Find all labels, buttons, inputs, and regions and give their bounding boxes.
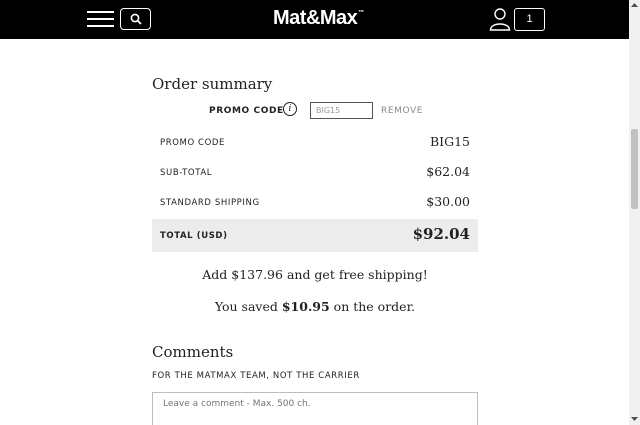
summary-row-total: TOTAL (USD) $92.04 xyxy=(152,219,478,252)
savings-amount: $10.95 xyxy=(281,299,330,314)
summary-row-value: $30.00 xyxy=(426,194,470,209)
summary-row-value: $62.04 xyxy=(426,164,470,179)
remove-promo-link[interactable]: REMOVE xyxy=(381,106,423,116)
promo-code-input[interactable] xyxy=(310,102,373,119)
comments-subtitle: FOR THE MATMAX TEAM, NOT THE CARRIER xyxy=(152,371,360,381)
promo-code-label: PROMO CODE xyxy=(209,106,284,116)
user-icon[interactable] xyxy=(489,7,511,31)
scroll-down-arrow-icon[interactable] xyxy=(630,414,639,424)
hamburger-icon[interactable] xyxy=(87,11,114,28)
comments-title: Comments xyxy=(152,343,234,361)
order-summary-title: Order summary xyxy=(152,75,273,93)
scroll-up-arrow-icon[interactable] xyxy=(630,0,639,10)
search-button[interactable] xyxy=(120,8,151,30)
summary-row-value: BIG15 xyxy=(429,134,470,149)
search-icon xyxy=(130,13,142,25)
cart-button[interactable]: 1 xyxy=(514,8,545,31)
free-shipping-amount: $137.96 xyxy=(231,267,283,282)
brand-logo[interactable]: Mat&Max™ xyxy=(273,7,364,30)
total-label: TOTAL (USD) xyxy=(160,231,228,241)
summary-row-label: PROMO CODE xyxy=(160,138,225,148)
savings-message: You saved $10.95 on the order. xyxy=(214,299,416,314)
scrollbar-track[interactable] xyxy=(629,0,640,425)
summary-row-label: SUB-TOTAL xyxy=(160,168,213,178)
top-navigation-bar: Mat&Max™ 1 xyxy=(0,0,640,39)
summary-row-subtotal: SUB-TOTAL $62.04 xyxy=(152,158,478,188)
summary-row-shipping: STANDARD SHIPPING $30.00 xyxy=(152,188,478,218)
info-icon[interactable]: i xyxy=(283,102,297,116)
free-shipping-message: Add $137.96 and get free shipping! xyxy=(202,267,428,282)
scrollbar-thumb[interactable] xyxy=(631,129,638,209)
summary-row-label: STANDARD SHIPPING xyxy=(160,198,260,208)
comment-textarea[interactable] xyxy=(152,392,478,425)
summary-row-promo: PROMO CODE BIG15 xyxy=(152,128,478,158)
total-value: $92.04 xyxy=(412,225,470,243)
